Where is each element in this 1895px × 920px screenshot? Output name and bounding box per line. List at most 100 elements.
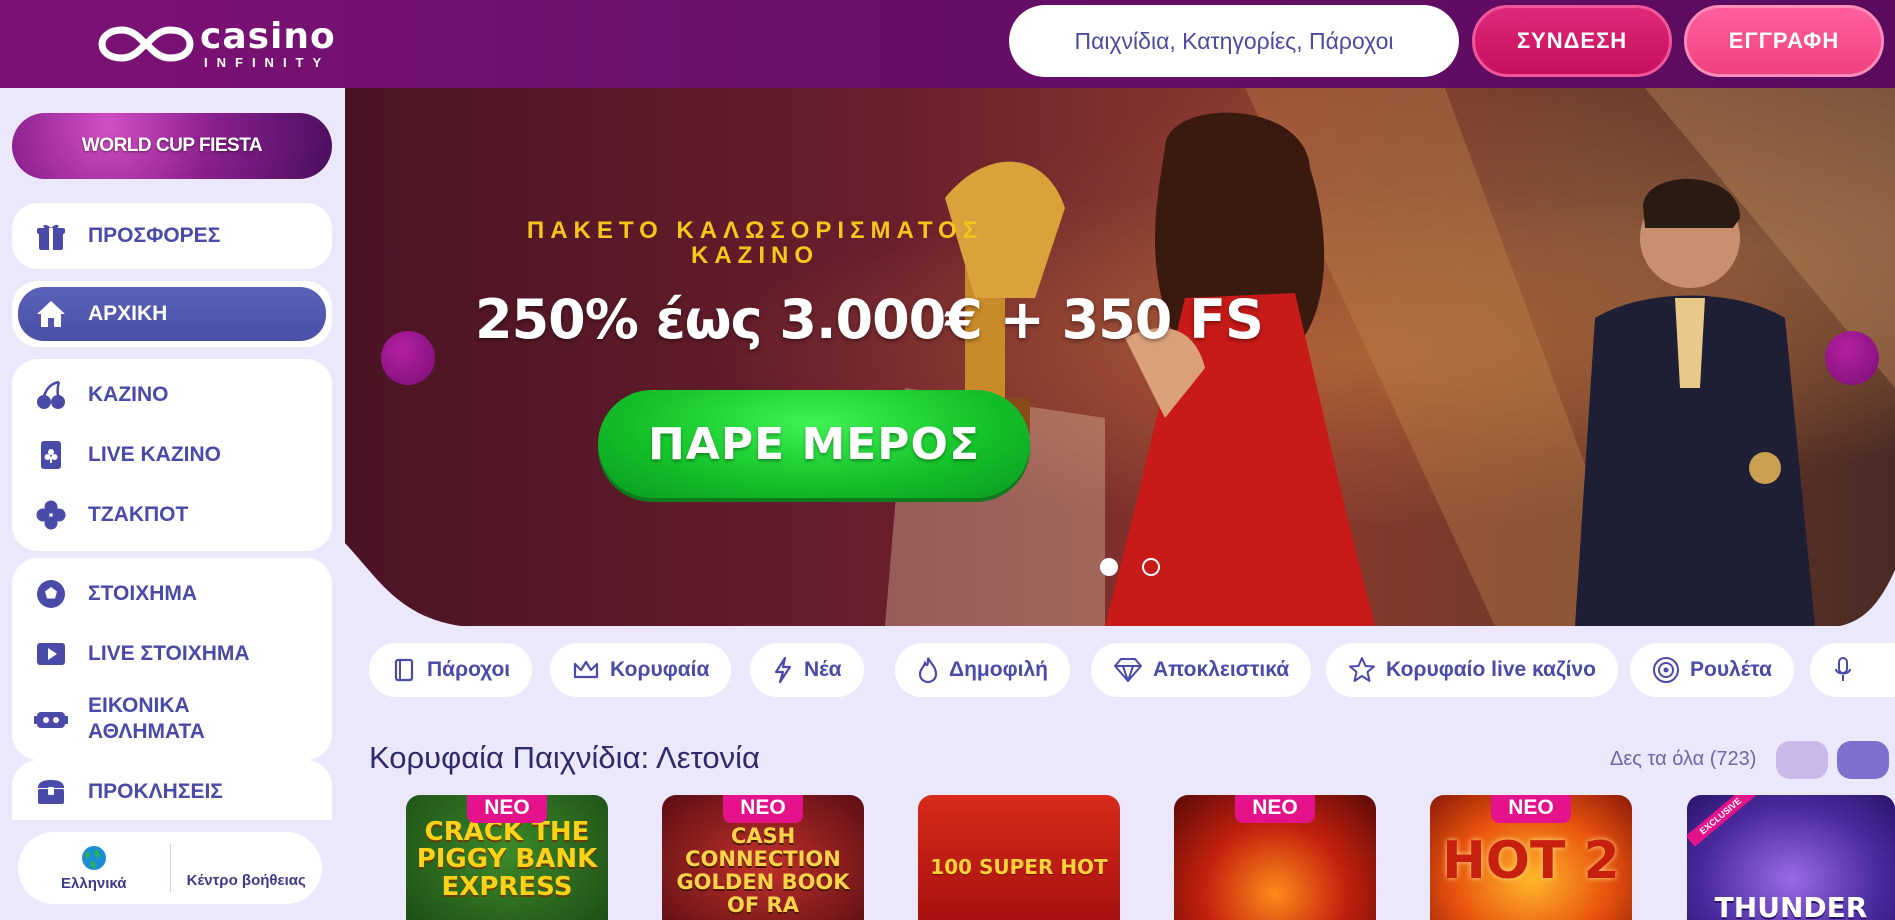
language-label: Ελληνικά <box>61 874 127 892</box>
hero-subtitle-line1: ΠΑΚΕΤΟ ΚΑΛΩΣΟΡΙΣΜΑΤΟΣ <box>526 217 984 244</box>
sidebar-item-jackpot[interactable]: ΤΖΑΚΠΟΤ <box>12 485 332 545</box>
logo-subtitle: INFINITY <box>204 55 331 70</box>
soccer-ball-icon <box>34 577 68 611</box>
game-title: CASH CONNECTION GOLDEN BOOK OF RA <box>676 824 850 918</box>
nav-group-home: ΑΡΧΙΚΗ <box>12 281 332 347</box>
hero-subtitle-line2: ΚΑΖΙΝΟ <box>691 242 819 270</box>
diamond-icon <box>1114 658 1142 682</box>
gift-icon <box>34 219 68 253</box>
sidebar-item-live-sportsbook[interactable]: LIVE ΣΤΟΙΧΗΜΑ <box>12 624 332 684</box>
chip-label: Κορυφαία <box>610 658 710 681</box>
card-icon <box>34 438 68 472</box>
language-selector[interactable]: Ελληνικά <box>18 832 170 904</box>
chip-roulette[interactable]: Ρουλέτα <box>1630 643 1794 697</box>
sidebar: WORLD CUP FIESTA ΠΡΟΣΦΟΡΕΣ ΑΡΧΙΚΗ ΚΑΖΙΝΟ <box>0 88 345 920</box>
chip-new[interactable]: Νέα <box>750 643 864 697</box>
games-prev-button[interactable] <box>1776 741 1828 779</box>
world-cup-promo-banner[interactable]: WORLD CUP FIESTA <box>12 113 332 179</box>
login-button[interactable]: ΣΥΝΔΕΣΗ <box>1472 5 1672 77</box>
nav-group-promotions: ΠΡΟΣΦΟΡΕΣ <box>12 203 332 269</box>
hero-wave <box>345 543 1895 626</box>
game-tile[interactable]: ΝΕΟ CASH CONNECTION GOLDEN BOOK OF RA <box>662 795 864 920</box>
chip-top-live-casino[interactable]: Κορυφαίο live καζίνο <box>1326 643 1618 697</box>
game-title: THUNDER <box>1714 891 1868 920</box>
search-input[interactable]: Παιχνίδια, Κατηγορίες, Πάροχοι <box>1009 5 1459 77</box>
flame-icon <box>918 657 938 684</box>
game-title: CRACK THE PIGGY BANK EXPRESS <box>416 817 598 902</box>
help-center-label: Κέντρο βοήθειας <box>186 871 306 889</box>
clover-icon <box>34 498 68 532</box>
game-tile[interactable]: ΝΕΟ HOT 2 <box>1430 795 1632 920</box>
book-icon <box>394 658 414 682</box>
language-help-bar: Ελληνικά Κέντρο βοήθειας <box>18 832 322 904</box>
chip-top[interactable]: Κορυφαία <box>550 643 732 697</box>
sidebar-item-sportsbook[interactable]: ΣΤΟΙΧΗΜΑ <box>12 564 332 624</box>
top-header: casino INFINITY Παιχνίδια, Κατηγορίες, Π… <box>0 0 1895 88</box>
see-all-link[interactable]: Δες τα όλα (723) <box>1610 748 1756 771</box>
sidebar-item-label: ΤΖΑΚΠΟΤ <box>88 503 189 526</box>
chip-label: Κορυφαίο live καζίνο <box>1386 658 1596 681</box>
game-tile[interactable]: EXCLUSIVE THUNDER <box>1687 795 1895 920</box>
carousel-prev-button[interactable] <box>381 331 435 385</box>
game-tile[interactable]: ΝΕΟ <box>1174 795 1376 920</box>
game-title: 100 SUPER HOT <box>930 855 1108 879</box>
sidebar-item-label: ΠΡΟΚΛΗΣΕΙΣ <box>88 780 223 803</box>
logo-wordmark: casino <box>200 16 336 57</box>
chest-icon <box>34 775 68 809</box>
sidebar-item-challenges[interactable]: ΠΡΟΚΛΗΣΕΙΣ <box>12 760 332 824</box>
casino-logo[interactable]: casino INFINITY <box>96 16 336 72</box>
sidebar-item-label: ΑΡΧΙΚΗ <box>88 302 168 325</box>
sidebar-item-label: ΚΑΖΙΝΟ <box>88 383 169 406</box>
new-badge: ΝΕΟ <box>467 795 547 823</box>
microphone-icon <box>1835 657 1851 681</box>
sidebar-item-label: ΠΡΟΣΦΟΡΕΣ <box>88 224 221 247</box>
new-badge: ΝΕΟ <box>723 795 803 823</box>
chip-live-shows[interactable] <box>1810 643 1895 697</box>
sidebar-item-label: LIVE ΚΑΖΙΝΟ <box>88 443 222 466</box>
carousel-next-button[interactable] <box>1825 331 1879 385</box>
star-icon <box>1349 657 1375 682</box>
chip-exclusive[interactable]: Αποκλειστικά <box>1091 643 1312 697</box>
sidebar-item-casino[interactable]: ΚΑΖΙΝΟ <box>12 365 332 425</box>
chip-label: Δημοφιλή <box>949 658 1048 681</box>
game-tile[interactable]: ΝΕΟ CRACK THE PIGGY BANK EXPRESS <box>406 795 608 920</box>
join-now-button[interactable]: ΠΑΡΕ ΜΕΡΟΣ <box>598 390 1030 498</box>
chip-label: Νέα <box>804 658 842 681</box>
chip-label: Πάροχοι <box>427 658 511 681</box>
nav-group-casino: ΚΑΖΙΝΟ LIVE ΚΑΖΙΝΟ ΤΖΑΚΠΟΤ <box>12 359 332 551</box>
category-bar: Πάροχοι Κορυφαία Νέα Δημοφιλή Αποκλειστι… <box>369 643 1895 697</box>
chip-popular[interactable]: Δημοφιλή <box>895 643 1070 697</box>
sidebar-item-live-casino[interactable]: LIVE ΚΑΖΙΝΟ <box>12 425 332 485</box>
vr-headset-icon <box>34 702 68 736</box>
play-icon <box>34 637 68 671</box>
lightning-icon <box>774 656 792 684</box>
new-badge: ΝΕΟ <box>1491 795 1571 823</box>
cherry-icon <box>34 378 68 412</box>
nav-group-sports: ΣΤΟΙΧΗΜΑ LIVE ΣΤΟΙΧΗΜΑ ΕΙΚΟΝΙΚΑ ΑΘΛΗΜΑΤΑ <box>12 558 332 760</box>
sidebar-item-home[interactable]: ΑΡΧΙΚΗ <box>18 287 326 341</box>
new-badge: ΝΕΟ <box>1235 795 1315 823</box>
chip-providers[interactable]: Πάροχοι <box>369 643 533 697</box>
home-icon <box>34 297 68 331</box>
sidebar-item-label: ΕΙΚΟΝΙΚΑ ΑΘΛΗΜΑΤΑ <box>88 693 205 743</box>
game-title: HOT 2 <box>1442 831 1620 891</box>
sidebar-item-virtual-sports[interactable]: ΕΙΚΟΝΙΚΑ ΑΘΛΗΜΑΤΑ <box>12 684 332 754</box>
crown-icon <box>573 660 599 679</box>
help-center-link[interactable]: Κέντρο βοήθειας <box>171 832 323 904</box>
exclusive-badge: EXCLUSIVE <box>1687 795 1756 847</box>
chip-label: Αποκλειστικά <box>1153 658 1290 681</box>
infinity-logo-icon <box>98 26 194 62</box>
sidebar-item-label: ΣΤΟΙΧΗΜΑ <box>88 582 198 605</box>
sidebar-item-promotions[interactable]: ΠΡΟΣΦΟΡΕΣ <box>12 203 332 269</box>
register-button[interactable]: ΕΓΓΡΑΦΗ <box>1684 5 1884 77</box>
games-next-button[interactable] <box>1837 741 1889 779</box>
hero-title: 250% έως 3.000€ + 350 FS <box>475 288 1264 351</box>
game-tile[interactable]: 100 SUPER HOT <box>918 795 1120 920</box>
roulette-icon <box>1653 657 1679 683</box>
section-title: Κορυφαία Παιχνίδια: Λετονία <box>369 740 760 775</box>
sidebar-item-label: LIVE ΣΤΟΙΧΗΜΑ <box>88 642 250 665</box>
hero-subtitle: ΠΑΚΕΤΟ ΚΑΛΩΣΟΡΙΣΜΑΤΟΣ ΚΑΖΙΝΟ <box>475 217 1035 270</box>
nav-group-challenges: ΠΡΟΚΛΗΣΕΙΣ <box>12 760 332 820</box>
globe-icon <box>81 845 106 870</box>
hero-banner: ΠΑΚΕΤΟ ΚΑΛΩΣΟΡΙΣΜΑΤΟΣ ΚΑΖΙΝΟ 250% έως 3.… <box>345 88 1895 626</box>
